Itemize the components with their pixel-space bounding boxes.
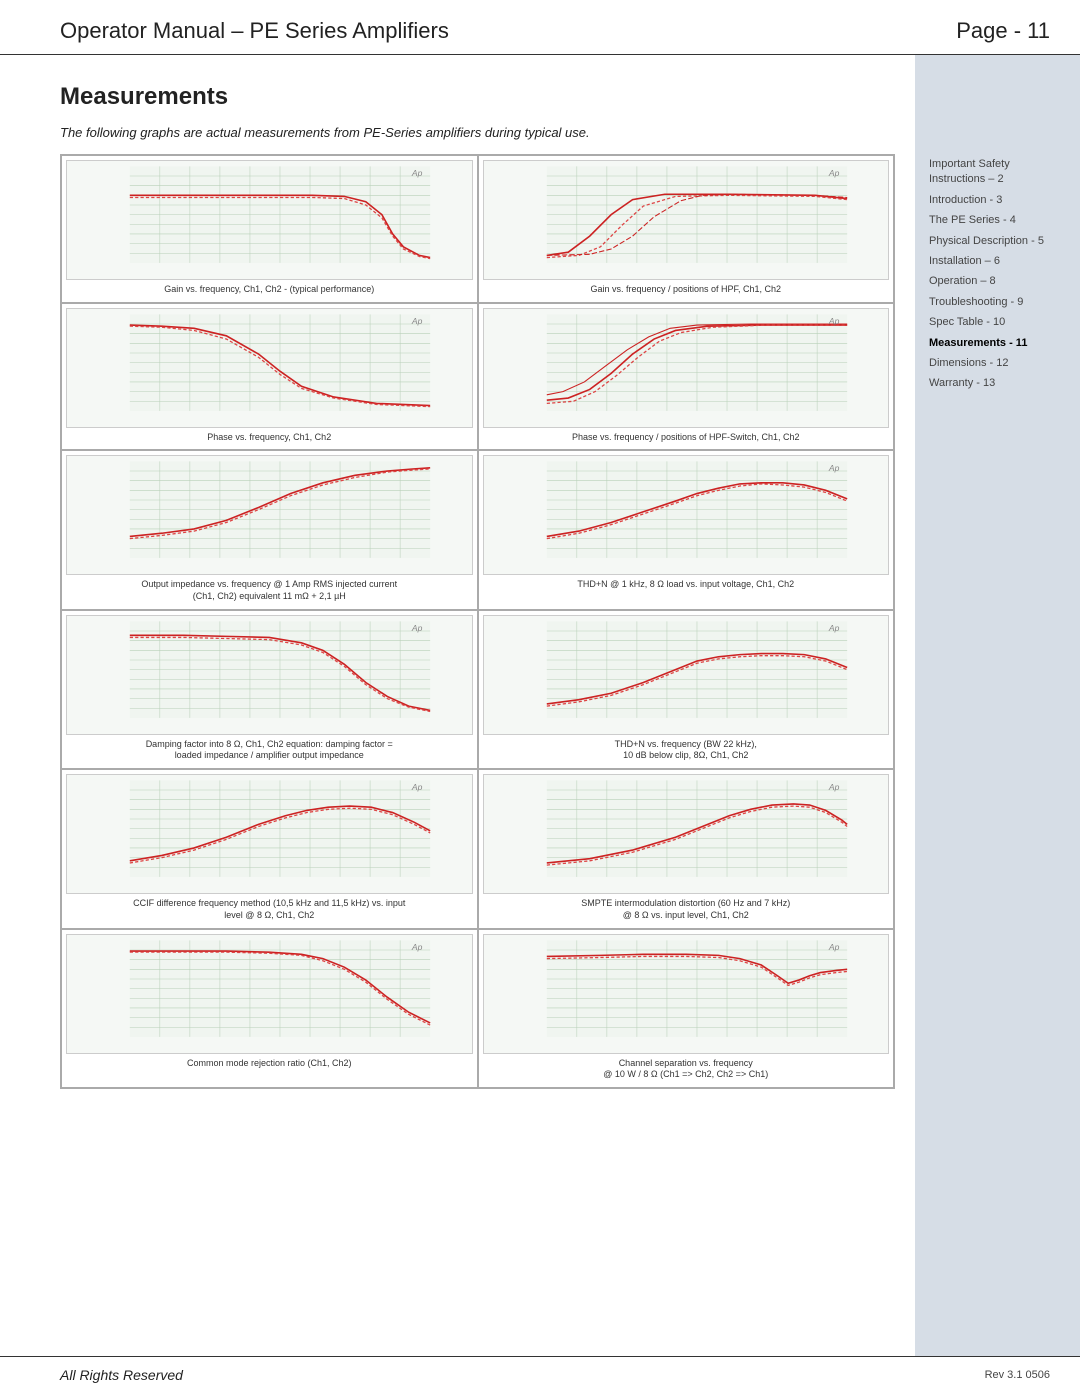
svg-text:Ap: Ap — [827, 782, 839, 792]
graph-image-8: Ap — [483, 615, 890, 735]
sidebar-item-spec-table[interactable]: Spec Table - 10 — [925, 313, 1070, 332]
sidebar-item-dimensions[interactable]: Dimensions - 12 — [925, 354, 1070, 373]
sidebar-item-troubleshooting[interactable]: Troubleshooting - 9 — [925, 293, 1070, 312]
content-area: Measurements The following graphs are ac… — [0, 55, 915, 1356]
graph-image-1: Ap — [66, 160, 473, 280]
page-header: Operator Manual – PE Series Amplifiers P… — [0, 0, 1080, 55]
graphs-grid: Ap Gain vs. frequency, Ch1, Ch2 - (typic… — [60, 154, 895, 1089]
sidebar-item-warranty[interactable]: Warranty - 13 — [925, 374, 1070, 393]
graph-image-10: Ap — [483, 774, 890, 894]
graph-cell-12: Ap Channel separation vs. frequency @ 10… — [478, 929, 895, 1088]
sidebar-item-measurements[interactable]: Measurements - 11 — [925, 334, 1070, 353]
footer-left: All Rights Reserved — [60, 1367, 183, 1383]
svg-text:Ap: Ap — [411, 316, 423, 326]
sidebar-item-installation[interactable]: Installation – 6 — [925, 252, 1070, 271]
header-title: Operator Manual – PE Series Amplifiers — [60, 18, 449, 44]
footer-right: Rev 3.1 0506 — [985, 1369, 1050, 1381]
graph-cell-4: Ap Phase vs. frequency / positions of HP… — [478, 303, 895, 451]
sidebar-item-operation[interactable]: Operation – 8 — [925, 272, 1070, 291]
graph-cell-8: Ap THD+N vs. frequency (BW 22 kHz), 10 d… — [478, 610, 895, 769]
graph-image-2: Ap — [483, 160, 890, 280]
graph-caption-2: Gain vs. frequency / positions of HPF, C… — [590, 284, 781, 296]
graph-cell-1: Ap Gain vs. frequency, Ch1, Ch2 - (typic… — [61, 155, 478, 303]
graph-cell-9: Ap CCIF difference frequency method (10,… — [61, 769, 478, 928]
graph-cell-3: Ap Phase vs. frequency, Ch1, Ch2 — [61, 303, 478, 451]
graph-caption-12: Channel separation vs. frequency @ 10 W … — [603, 1058, 768, 1081]
svg-text:Ap: Ap — [827, 623, 839, 633]
graph-image-11: Ap — [66, 934, 473, 1054]
graph-caption-11: Common mode rejection ratio (Ch1, Ch2) — [187, 1058, 352, 1070]
graph-caption-3: Phase vs. frequency, Ch1, Ch2 — [207, 432, 331, 444]
main-layout: Measurements The following graphs are ac… — [0, 55, 1080, 1356]
graph-caption-5: Output impedance vs. frequency @ 1 Amp R… — [141, 579, 397, 602]
graph-cell-7: Ap Damping factor into 8 Ω, Ch1, Ch2 equ… — [61, 610, 478, 769]
graph-caption-1: Gain vs. frequency, Ch1, Ch2 - (typical … — [164, 284, 374, 296]
graph-image-12: Ap — [483, 934, 890, 1054]
graph-caption-8: THD+N vs. frequency (BW 22 kHz), 10 dB b… — [615, 739, 757, 762]
section-title: Measurements — [60, 83, 895, 111]
svg-text:Ap: Ap — [411, 782, 423, 792]
graph-cell-2: Ap Gain vs. frequency / positions of HPF… — [478, 155, 895, 303]
graph-caption-10: SMPTE intermodulation distortion (60 Hz … — [581, 898, 790, 921]
sidebar-item-pe-series[interactable]: The PE Series - 4 — [925, 211, 1070, 230]
graph-caption-6: THD+N @ 1 kHz, 8 Ω load vs. input voltag… — [577, 579, 794, 591]
graph-image-9: Ap — [66, 774, 473, 894]
graph-caption-9: CCIF difference frequency method (10,5 k… — [133, 898, 405, 921]
svg-text:Ap: Ap — [827, 168, 839, 178]
sidebar: Important Safety Instructions – 2 Introd… — [915, 55, 1080, 1356]
graph-cell-10: Ap SMPTE intermodulation distortion (60 … — [478, 769, 895, 928]
svg-text:Ap: Ap — [411, 168, 423, 178]
graph-image-7: Ap — [66, 615, 473, 735]
svg-text:Ap: Ap — [411, 942, 423, 952]
header-page: Page - 11 — [956, 18, 1050, 44]
sidebar-item-physical[interactable]: Physical Description - 5 — [925, 232, 1070, 251]
svg-text:Ap: Ap — [827, 942, 839, 952]
graph-image-6: Ap — [483, 455, 890, 575]
page-container: Operator Manual – PE Series Amplifiers P… — [0, 0, 1080, 1397]
intro-text: The following graphs are actual measurem… — [60, 125, 895, 140]
graph-image-4: Ap — [483, 308, 890, 428]
graph-image-5 — [66, 455, 473, 575]
svg-text:Ap: Ap — [827, 316, 839, 326]
graph-image-3: Ap — [66, 308, 473, 428]
svg-text:Ap: Ap — [827, 463, 839, 473]
sidebar-item-introduction[interactable]: Introduction - 3 — [925, 191, 1070, 210]
graph-caption-7: Damping factor into 8 Ω, Ch1, Ch2 equati… — [146, 739, 393, 762]
graph-cell-6: Ap THD+N @ 1 kHz, 8 Ω load vs. input vol… — [478, 450, 895, 609]
page-footer: All Rights Reserved Rev 3.1 0506 — [0, 1356, 1080, 1397]
sidebar-item-safety[interactable]: Important Safety Instructions – 2 — [925, 155, 1070, 190]
graph-cell-5: Output impedance vs. frequency @ 1 Amp R… — [61, 450, 478, 609]
graph-caption-4: Phase vs. frequency / positions of HPF-S… — [572, 432, 800, 444]
graph-cell-11: Ap Common mode rejection ratio (Ch1, Ch2… — [61, 929, 478, 1088]
svg-text:Ap: Ap — [411, 623, 423, 633]
